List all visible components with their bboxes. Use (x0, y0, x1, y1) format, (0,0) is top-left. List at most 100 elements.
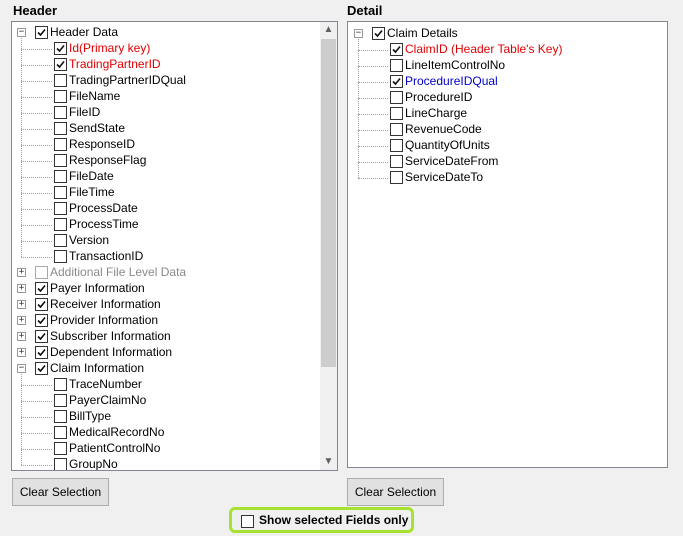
tree-node-header-data[interactable]: − Header Data (12, 25, 317, 41)
checkbox-transactionid[interactable] (54, 250, 67, 263)
checkbox-quantityofunits[interactable] (390, 139, 403, 152)
tree-node-responseid[interactable]: ResponseID (12, 137, 317, 153)
tree-node-provider-information[interactable]: + Provider Information (12, 313, 317, 329)
tree-node-version[interactable]: Version (12, 233, 317, 249)
tree-node-label: Receiver Information (50, 297, 161, 311)
tree-node-processdate[interactable]: ProcessDate (12, 201, 317, 217)
checkbox-tracenumber[interactable] (54, 378, 67, 391)
show-selected-label[interactable]: Show selected Fields only (259, 513, 408, 528)
checkbox-header-data[interactable] (35, 26, 48, 39)
tree-node-filename[interactable]: FileName (12, 89, 317, 105)
expand-icon[interactable]: + (17, 284, 26, 293)
checkbox-subscriber-information[interactable] (35, 330, 48, 343)
checkbox-processtime[interactable] (54, 218, 67, 231)
checkbox-dependent-information[interactable] (35, 346, 48, 359)
tree-node-responseflag[interactable]: ResponseFlag (12, 153, 317, 169)
checkbox-procedureid[interactable] (390, 91, 403, 104)
checkbox-medicalrecordno[interactable] (54, 426, 67, 439)
checkbox-responseflag[interactable] (54, 154, 67, 167)
header-tree-scrollbar[interactable]: ▲ ▼ (320, 22, 337, 470)
checkbox-claimid-header-table-s-key[interactable] (390, 43, 403, 56)
checkbox-billtype[interactable] (54, 410, 67, 423)
tree-node-billtype[interactable]: BillType (12, 409, 317, 425)
tree-node-medicalrecordno[interactable]: MedicalRecordNo (12, 425, 317, 441)
collapse-icon[interactable]: − (17, 364, 26, 373)
collapse-icon[interactable]: − (354, 29, 363, 38)
expand-icon[interactable]: + (17, 348, 26, 357)
tree-node-tracenumber[interactable]: TraceNumber (12, 377, 317, 393)
tree-node-tradingpartneridqual[interactable]: TradingPartnerIDQual (12, 73, 317, 89)
tree-node-payer-information[interactable]: + Payer Information (12, 281, 317, 297)
checkbox-receiver-information[interactable] (35, 298, 48, 311)
tree-node-groupno[interactable]: GroupNo (12, 457, 317, 470)
tree-node-label: Claim Information (50, 361, 145, 375)
tree-node-lineitemcontrolno[interactable]: LineItemControlNo (348, 58, 666, 74)
tree-node-processtime[interactable]: ProcessTime (12, 217, 317, 233)
tree-node-sendstate[interactable]: SendState (12, 121, 317, 137)
tree-node-additional-file-level-data[interactable]: + Additional File Level Data (12, 265, 317, 281)
expand-icon[interactable]: + (17, 332, 26, 341)
checkbox-claim-details[interactable] (372, 27, 385, 40)
tree-node-payerclaimno[interactable]: PayerClaimNo (12, 393, 317, 409)
tree-node-linecharge[interactable]: LineCharge (348, 106, 666, 122)
tree-node-transactionid[interactable]: TransactionID (12, 249, 317, 265)
tree-node-label: Id(Primary key) (69, 41, 151, 55)
tree-node-servicedatefrom[interactable]: ServiceDateFrom (348, 154, 666, 170)
expand-icon[interactable]: + (17, 268, 26, 277)
checkbox-filedate[interactable] (54, 170, 67, 183)
expand-icon[interactable]: + (17, 316, 26, 325)
tree-node-claim-details[interactable]: − Claim Details (348, 26, 666, 42)
checkbox-filename[interactable] (54, 90, 67, 103)
scrollbar-thumb[interactable] (321, 39, 336, 367)
checkbox-fileid[interactable] (54, 106, 67, 119)
checkbox-responseid[interactable] (54, 138, 67, 151)
checkbox-provider-information[interactable] (35, 314, 48, 327)
checkbox-processdate[interactable] (54, 202, 67, 215)
checkbox-lineitemcontrolno[interactable] (390, 59, 403, 72)
tree-node-patientcontrolno[interactable]: PatientControlNo (12, 441, 317, 457)
tree-node-revenuecode[interactable]: RevenueCode (348, 122, 666, 138)
checkbox-tradingpartneridqual[interactable] (54, 74, 67, 87)
detail-clear-selection-button[interactable]: Clear Selection (347, 478, 444, 506)
header-field-tree[interactable]: ▲ ▼ − Header Data Id(Primary key) TradingPa… (11, 21, 338, 471)
tree-node-procedureidqual[interactable]: ProcedureIDQual (348, 74, 666, 90)
scroll-up-icon[interactable]: ▲ (320, 22, 337, 38)
tree-node-quantityofunits[interactable]: QuantityOfUnits (348, 138, 666, 154)
tree-node-label: TraceNumber (69, 377, 142, 391)
tree-node-id-primary-key[interactable]: Id(Primary key) (12, 41, 317, 57)
checkbox-patientcontrolno[interactable] (54, 442, 67, 455)
tree-node-subscriber-information[interactable]: + Subscriber Information (12, 329, 317, 345)
show-selected-checkbox[interactable] (241, 515, 254, 528)
checkbox-servicedateto[interactable] (390, 171, 403, 184)
tree-node-fileid[interactable]: FileID (12, 105, 317, 121)
checkbox-revenuecode[interactable] (390, 123, 403, 136)
tree-node-claim-information[interactable]: − Claim Information (12, 361, 317, 377)
tree-node-procedureid[interactable]: ProcedureID (348, 90, 666, 106)
checkbox-additional-file-level-data[interactable] (35, 266, 48, 279)
tree-node-dependent-information[interactable]: + Dependent Information (12, 345, 317, 361)
checkbox-filetime[interactable] (54, 186, 67, 199)
tree-node-filedate[interactable]: FileDate (12, 169, 317, 185)
checkbox-linecharge[interactable] (390, 107, 403, 120)
tree-node-claimid-header-table-s-key[interactable]: ClaimID (Header Table's Key) (348, 42, 666, 58)
scroll-down-icon[interactable]: ▼ (320, 454, 337, 470)
checkbox-servicedatefrom[interactable] (390, 155, 403, 168)
checkbox-claim-information[interactable] (35, 362, 48, 375)
checkbox-sendstate[interactable] (54, 122, 67, 135)
collapse-icon[interactable]: − (17, 28, 26, 37)
tree-node-servicedateto[interactable]: ServiceDateTo (348, 170, 666, 186)
checkbox-payer-information[interactable] (35, 282, 48, 295)
checkbox-procedureidqual[interactable] (390, 75, 403, 88)
expand-icon[interactable]: + (17, 300, 26, 309)
checkbox-payerclaimno[interactable] (54, 394, 67, 407)
tree-node-tradingpartnerid[interactable]: TradingPartnerID (12, 57, 317, 73)
checkbox-version[interactable] (54, 234, 67, 247)
checkbox-tradingpartnerid[interactable] (54, 58, 67, 71)
checkbox-id-primary-key[interactable] (54, 42, 67, 55)
tree-node-filetime[interactable]: FileTime (12, 185, 317, 201)
tree-connector (21, 374, 22, 465)
checkbox-groupno[interactable] (54, 458, 67, 470)
detail-field-tree[interactable]: − Claim Details ClaimID (Header Table's Ke… (347, 21, 668, 468)
tree-node-receiver-information[interactable]: + Receiver Information (12, 297, 317, 313)
header-clear-selection-button[interactable]: Clear Selection (12, 478, 109, 506)
